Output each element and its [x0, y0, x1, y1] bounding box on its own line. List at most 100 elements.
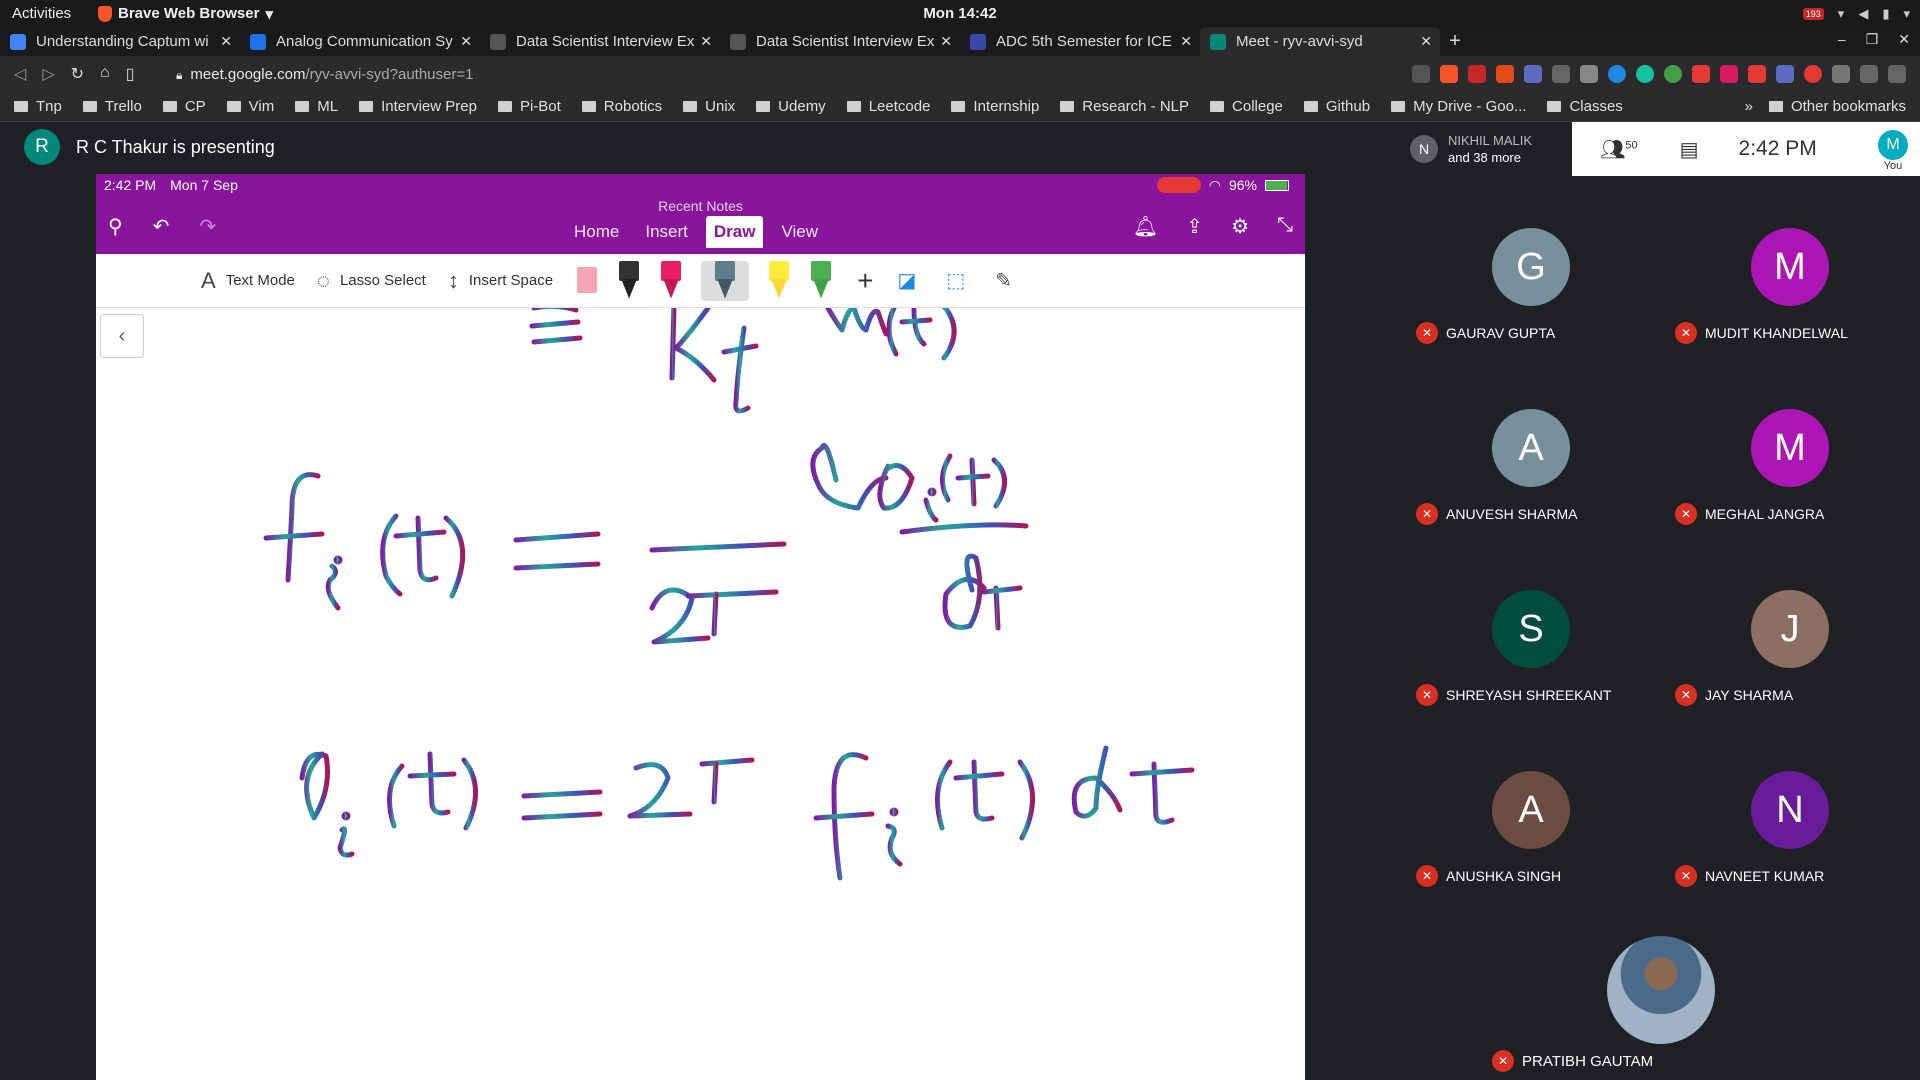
text-mode-button[interactable]: A Text Mode — [201, 268, 295, 294]
camera-icon[interactable] — [1412, 65, 1430, 83]
close-icon[interactable]: ✕ — [220, 33, 232, 50]
system-tray[interactable]: 193 ▾ ◀ ▮ ▾ — [1802, 0, 1910, 27]
browser-tab[interactable]: ADC 5th Semester for ICE y ✕ — [960, 27, 1200, 56]
bell-icon[interactable]: 🔔︎ — [1133, 214, 1158, 239]
undo-icon[interactable]: ↶ — [153, 214, 170, 239]
chevron-right-icon[interactable]: » — [1745, 98, 1753, 115]
wifi-icon[interactable]: ▾ — [1838, 6, 1845, 22]
reload-icon[interactable]: ↻ — [71, 64, 84, 84]
ribbon-tab[interactable]: Insert — [637, 216, 696, 248]
app-menu[interactable]: Brave Web Browser ▾ — [98, 5, 273, 23]
home-icon[interactable]: ⌂ — [100, 64, 110, 84]
notification-icon[interactable]: 193 — [1802, 7, 1824, 20]
bookmark-item[interactable]: Interview Prep — [359, 98, 477, 115]
people-button[interactable]: 👥︎50 — [1600, 137, 1638, 162]
browser-tab[interactable]: Analog Communication Sy ✕ — [240, 27, 480, 56]
close-window-icon[interactable]: ✕ — [1898, 31, 1910, 48]
browser-tab[interactable]: Data Scientist Interview Ex ✕ — [720, 27, 960, 56]
brave-rewards-icon[interactable] — [1468, 65, 1486, 83]
participant-tile[interactable]: A ✕ ANUSHKA SINGH — [1402, 719, 1661, 900]
bookmark-item[interactable]: Vim — [226, 98, 274, 115]
close-icon[interactable]: ✕ — [1180, 33, 1192, 50]
extension-icon[interactable] — [1552, 65, 1570, 83]
brave-shields-icon[interactable] — [1440, 65, 1458, 83]
ribbon-tab[interactable]: Draw — [705, 216, 764, 248]
participant-tile[interactable]: N ✕ NAVNEET KUMAR — [1661, 719, 1920, 900]
highlighter-green-button[interactable] — [809, 260, 833, 301]
shapes-icon[interactable]: ◪ — [897, 268, 916, 293]
close-icon[interactable]: ✕ — [1420, 33, 1432, 50]
bookmark-item[interactable]: Tnp — [14, 98, 62, 115]
bookmark-item[interactable]: Pi-Bot — [497, 98, 561, 115]
self-indicator[interactable]: M You — [1878, 130, 1908, 172]
bookmark-item[interactable]: Github — [1303, 98, 1370, 115]
lasso-select-button[interactable]: ◌ Lasso Select — [317, 268, 426, 294]
back-button[interactable]: ‹ — [100, 314, 144, 358]
bookmark-item[interactable]: Robotics — [581, 98, 662, 115]
bookmark-item[interactable]: ML — [295, 98, 338, 115]
ink-to-text-icon[interactable]: ✎ — [995, 268, 1012, 293]
self-tile[interactable]: ✕ PRATIBH GAUTAM — [1484, 900, 1840, 1080]
pen-pink-button[interactable] — [659, 260, 683, 301]
close-icon[interactable]: ✕ — [700, 33, 712, 50]
eraser-button[interactable] — [575, 261, 599, 301]
new-tab-button[interactable]: + — [1440, 27, 1470, 56]
bookmark-item[interactable]: My Drive - Goo... — [1391, 98, 1526, 115]
ribbon-tab[interactable]: Home — [566, 216, 627, 248]
insert-space-button[interactable]: ↕ Insert Space — [448, 268, 553, 294]
search-icon[interactable]: ⚲ — [108, 214, 123, 239]
bookmark-item[interactable]: CP — [162, 98, 206, 115]
extension-icon[interactable] — [1720, 65, 1738, 83]
ribbon-tab[interactable]: View — [773, 216, 826, 248]
browser-tab[interactable]: Data Scientist Interview Ex ✕ — [480, 27, 720, 56]
bookmark-item[interactable]: Trello — [82, 98, 142, 115]
activities-button[interactable]: Activities — [0, 5, 98, 22]
url-field[interactable]: 🔒︎ meet.google.com/ryv-avvi-syd?authuser=… — [176, 66, 1412, 83]
recent-notes[interactable]: Recent Notes — [96, 198, 1305, 214]
bookmark-item[interactable]: Udemy — [756, 98, 826, 115]
browser-tab[interactable]: Meet - ryv-avvi-syd ✕ — [1200, 27, 1440, 56]
share-icon[interactable]: ⇪ — [1186, 214, 1203, 239]
extension-icon[interactable] — [1608, 65, 1626, 83]
collapse-icon[interactable]: ⤡ — [1277, 214, 1293, 239]
battery-icon[interactable]: ▮ — [1882, 6, 1889, 22]
extension-icon[interactable] — [1580, 65, 1598, 83]
participant-tile[interactable]: S ✕ SHREYASH SHREEKANT — [1402, 538, 1661, 719]
bookmark-item[interactable]: Internship — [951, 98, 1039, 115]
highlighter-yellow-button[interactable] — [767, 260, 791, 301]
pen-galaxy-button[interactable] — [701, 260, 750, 301]
back-icon[interactable]: ◁ — [14, 64, 26, 84]
extension-icon[interactable] — [1524, 65, 1542, 83]
participant-tile[interactable]: J ✕ JAY SHARMA — [1661, 538, 1920, 719]
bookmark-item[interactable]: Research - NLP — [1060, 98, 1189, 115]
redo-icon[interactable]: ↷ — [199, 214, 216, 239]
other-bookmarks[interactable]: » Other bookmarks — [1745, 98, 1906, 115]
extension-icon[interactable] — [1692, 65, 1710, 83]
bookmark-item[interactable]: College — [1210, 98, 1283, 115]
ink-canvas[interactable] — [96, 308, 1305, 1080]
close-icon[interactable]: ✕ — [460, 33, 472, 50]
participant-tile[interactable]: M ✕ MEGHAL JANGRA — [1661, 357, 1920, 538]
bookmark-item[interactable]: Unix — [683, 98, 735, 115]
bookmark-icon[interactable]: ▯ — [126, 64, 135, 84]
playlist-icon[interactable] — [1860, 65, 1878, 83]
menu-icon[interactable]: ▾ — [1903, 6, 1910, 22]
extension-icon[interactable] — [1832, 65, 1850, 83]
bookmark-item[interactable]: Leetcode — [846, 98, 930, 115]
gear-icon[interactable]: ⚙ — [1231, 214, 1249, 239]
extension-icon[interactable] — [1776, 65, 1794, 83]
chat-icon[interactable]: ▤ — [1680, 137, 1699, 162]
participant-tile[interactable]: A ✕ ANUVESH SHARMA — [1402, 357, 1661, 538]
volume-icon[interactable]: ◀ — [1858, 6, 1868, 22]
extension-icon[interactable] — [1496, 65, 1514, 83]
top-participant[interactable]: N NIKHIL MALIK and 38 more — [1402, 122, 1572, 176]
participant-tile[interactable]: M ✕ MUDIT KHANDELWAL — [1661, 176, 1920, 357]
grammarly-icon[interactable] — [1636, 65, 1654, 83]
convert-icon[interactable]: ⬚ — [946, 268, 965, 293]
menu-icon[interactable] — [1888, 65, 1906, 83]
add-pen-icon[interactable]: + — [857, 265, 873, 297]
participant-tile[interactable]: G ✕ GAURAV GUPTA — [1402, 176, 1661, 357]
bookmark-item[interactable]: Classes — [1547, 98, 1623, 115]
extension-icon[interactable] — [1804, 65, 1822, 83]
extension-icon[interactable] — [1664, 65, 1682, 83]
